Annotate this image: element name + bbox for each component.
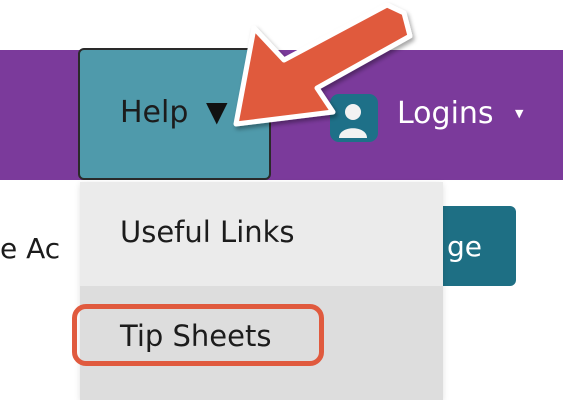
menu-item-useful-links[interactable]: Useful Links (80, 182, 443, 286)
logins-menu-label[interactable]: Logins (397, 99, 494, 129)
help-dropdown-menu: Useful Links Tip Sheets (72, 182, 443, 400)
help-menu-button[interactable]: Help ▼ (78, 48, 271, 180)
help-menu-label: Help (120, 95, 189, 130)
menu-item-tip-sheets[interactable]: Tip Sheets (72, 286, 443, 400)
menu-item-label: Useful Links (120, 215, 295, 249)
partial-page-button-label: ge (447, 230, 482, 263)
logins-caret-icon[interactable]: ▼ (515, 108, 523, 119)
caret-down-icon: ▼ (206, 95, 228, 128)
partial-page-text: e Ac (0, 232, 61, 265)
menu-item-label: Tip Sheets (120, 319, 272, 353)
user-icon[interactable] (330, 94, 378, 142)
